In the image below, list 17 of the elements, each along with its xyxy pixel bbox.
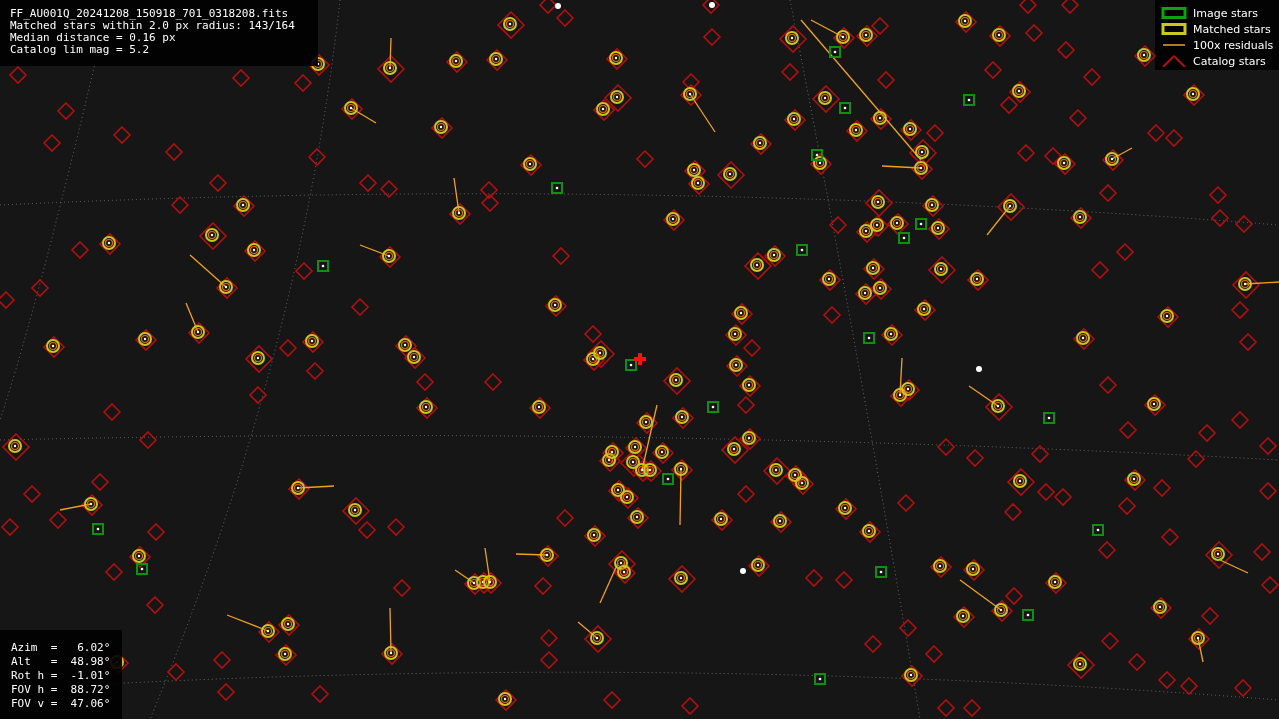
info-text: FF_AU001Q_20241208_150918_701_0318208.fits [10,8,290,20]
rectangle-swatch-icon [1161,23,1187,35]
pointing-text: Rot h = -1.01° [11,669,112,683]
pointing-text: Azim = 6.02° [11,641,112,655]
diamond-swatch-icon [1161,55,1187,67]
pointing-text: FOV h = 88.72° [11,683,112,697]
info-text: Catalog lim mag = 5.2 [10,44,151,56]
legend-label: Matched stars [1193,22,1271,36]
pointing-text: Alt = 48.98° [11,655,112,669]
legend-label: 100x residuals [1193,38,1274,52]
info-text: Matched stars within 2.0 px radius: 143/164 [10,20,296,32]
legend-label: Image stars [1193,6,1258,20]
legend-label: Catalog stars [1193,54,1266,68]
pointing-text: FOV v = 47.06° [11,697,112,711]
crosshair-icon [632,351,648,367]
rectangle-swatch-icon [1161,7,1187,19]
info-text: Median distance = 0.16 px [10,32,177,44]
